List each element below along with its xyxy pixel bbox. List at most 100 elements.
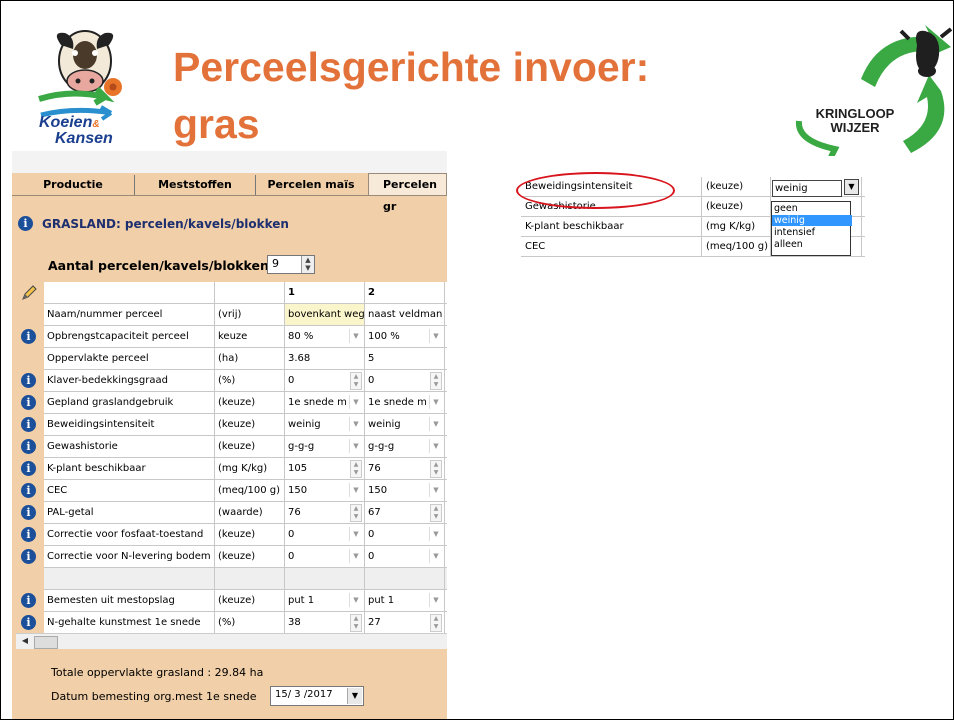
value-cell-2[interactable]: 67 ▲ ▼ <box>365 502 445 524</box>
chevron-down-icon[interactable]: ▼ <box>429 395 442 409</box>
spin-arrows-icon[interactable]: ▲ ▼ <box>430 460 442 478</box>
value-cell-1[interactable]: weinig ▼ <box>285 414 365 436</box>
spin-arrows-icon[interactable]: ▲ ▼ <box>430 504 442 522</box>
datum-date-picker[interactable]: 15/ 3 /2017 ▼ <box>270 686 364 706</box>
chevron-down-icon[interactable]: ▼ <box>429 329 442 343</box>
tab-percelen-mais[interactable]: Percelen maïs <box>256 175 366 195</box>
info-icon[interactable]: i <box>21 615 36 630</box>
header-unit-cell <box>215 282 285 304</box>
value-cell-2[interactable]: 0 ▲ ▼ <box>365 370 445 392</box>
chevron-down-icon[interactable]: ▼ <box>349 483 362 497</box>
row-unit: (meq/100 g) <box>215 480 285 502</box>
slide: Koeien& Kansen Perceelsgerichte invoer: … <box>0 0 954 720</box>
row-label: Naam/nummer perceel <box>44 304 215 326</box>
table-row: i K-plant beschikbaar (mg K/kg) 105 ▲ ▼ 76 ▲ ▼ <box>16 458 447 480</box>
chevron-down-icon[interactable]: ▼ <box>349 593 362 607</box>
info-icon[interactable]: i <box>21 439 36 454</box>
total-area-text: Totale oppervlakte grasland : 29.84 ha <box>51 666 264 679</box>
value-cell-2[interactable]: naast veldman <box>365 304 445 326</box>
spin-arrows-icon[interactable]: ▲ ▼ <box>350 504 362 522</box>
info-icon[interactable]: i <box>21 527 36 542</box>
info-icon[interactable]: i <box>21 483 36 498</box>
chevron-down-icon[interactable]: ▼ <box>349 549 362 563</box>
tab-meststoffen[interactable]: Meststoffen <box>135 175 256 195</box>
spin-arrows-icon[interactable]: ▲ ▼ <box>350 460 362 478</box>
spin-arrows-icon[interactable]: ▲ ▼ <box>301 256 314 273</box>
table-row: i Bemesten uit mestopslag (keuze) put 1 ▼ put… <box>16 590 447 612</box>
value-cell-1[interactable]: 105 ▲ ▼ <box>285 458 365 480</box>
dropdown-option-weinig[interactable]: weinig <box>772 215 852 226</box>
row-gutter: i <box>16 612 41 634</box>
chevron-down-icon[interactable]: ▼ <box>429 483 442 497</box>
info-icon[interactable]: i <box>21 549 36 564</box>
value-cell-1[interactable]: g-g-g ▼ <box>285 436 365 458</box>
value-cell-2[interactable]: 0 ▼ <box>365 546 445 568</box>
chevron-down-icon[interactable]: ▼ <box>429 417 442 431</box>
chevron-down-icon[interactable]: ▼ <box>349 417 362 431</box>
value-cell-1[interactable]: 0 ▲ ▼ <box>285 370 365 392</box>
value-cell-1[interactable]: 0 ▼ <box>285 546 365 568</box>
chevron-down-icon[interactable]: ▼ <box>349 439 362 453</box>
scroll-thumb[interactable] <box>34 636 58 649</box>
value-cell-1[interactable]: 76 ▲ ▼ <box>285 502 365 524</box>
value-cell-2[interactable]: 76 ▲ ▼ <box>365 458 445 480</box>
chevron-down-icon[interactable]: ▼ <box>349 527 362 541</box>
value-cell-1[interactable]: 0 ▼ <box>285 524 365 546</box>
value-cell-2[interactable]: 0 ▼ <box>365 524 445 546</box>
tab-percelen-gras[interactable]: Percelen gr <box>368 173 447 213</box>
spin-arrows-icon[interactable]: ▲ ▼ <box>350 372 362 390</box>
chevron-down-icon[interactable]: ▼ <box>429 549 442 563</box>
row-gutter: i <box>16 326 41 348</box>
value-cell-2[interactable]: 150 ▼ <box>365 480 445 502</box>
header-col-1: 1 <box>285 282 365 304</box>
value-cell-1[interactable]: 80 % ▼ <box>285 326 365 348</box>
horizontal-scrollbar[interactable]: ◀ <box>16 633 447 649</box>
spin-arrows-icon[interactable]: ▲ ▼ <box>430 372 442 390</box>
dropdown-option-intensief[interactable]: intensief <box>772 227 852 238</box>
value-cell-2[interactable]: 5 <box>365 348 445 370</box>
value-cell-1[interactable]: 38 ▲ ▼ <box>285 612 365 634</box>
scroll-left-icon[interactable]: ◀ <box>19 635 31 647</box>
dropdown-option-alleen[interactable]: alleen <box>772 239 852 250</box>
value-cell-1[interactable]: bovenkant weg <box>285 304 365 326</box>
info-icon[interactable]: i <box>21 593 36 608</box>
chevron-down-icon[interactable]: ▼ <box>347 688 362 704</box>
value-cell-2[interactable]: weinig ▼ <box>365 414 445 436</box>
info-icon[interactable]: i <box>21 505 36 520</box>
info-icon[interactable]: i <box>21 329 36 344</box>
spin-arrows-icon[interactable]: ▲ ▼ <box>430 614 442 632</box>
chevron-down-icon[interactable]: ▼ <box>429 593 442 607</box>
count-label: Aantal percelen/kavels/blokken <box>48 258 269 273</box>
value-cell-2[interactable]: 27 ▲ ▼ <box>365 612 445 634</box>
value-cell-3 <box>445 480 447 502</box>
spin-arrows-icon[interactable]: ▲ ▼ <box>350 614 362 632</box>
info-icon[interactable]: i <box>18 216 33 231</box>
value-cell-1[interactable]: 150 ▼ <box>285 480 365 502</box>
info-icon[interactable]: i <box>21 373 36 388</box>
value-cell-2[interactable]: 1e snede m ▼ <box>365 392 445 414</box>
value-cell-1[interactable]: put 1 ▼ <box>285 590 365 612</box>
beweiding-select[interactable]: weinig <box>772 180 842 197</box>
dropdown-option-geen[interactable]: geen <box>772 203 852 214</box>
section-title: GRASLAND: percelen/kavels/blokken <box>42 217 289 231</box>
row-unit: (keuze) <box>215 392 285 414</box>
value-cell-2[interactable]: g-g-g ▼ <box>365 436 445 458</box>
info-icon[interactable]: i <box>21 395 36 410</box>
slide-title-line1: Perceelsgerichte invoer: <box>173 44 650 90</box>
value-cell-2[interactable]: put 1 ▼ <box>365 590 445 612</box>
chevron-down-icon[interactable]: ▼ <box>349 329 362 343</box>
chevron-down-icon[interactable]: ▼ <box>844 179 859 195</box>
value-cell-3 <box>445 568 447 590</box>
info-icon[interactable]: i <box>21 461 36 476</box>
toolbar-strip <box>12 151 447 174</box>
info-icon[interactable]: i <box>21 417 36 432</box>
value-cell-1[interactable]: 3.68 <box>285 348 365 370</box>
value-cell-1[interactable]: 1e snede m ▼ <box>285 392 365 414</box>
tab-productie[interactable]: Productie <box>12 175 135 195</box>
chevron-down-icon[interactable]: ▼ <box>429 527 442 541</box>
value-cell-2[interactable]: 100 % ▼ <box>365 326 445 348</box>
chevron-down-icon[interactable]: ▼ <box>429 439 442 453</box>
chevron-down-icon[interactable]: ▼ <box>349 395 362 409</box>
count-stepper[interactable]: 9 ▲ ▼ <box>267 255 315 274</box>
value-cell-3 <box>445 414 447 436</box>
